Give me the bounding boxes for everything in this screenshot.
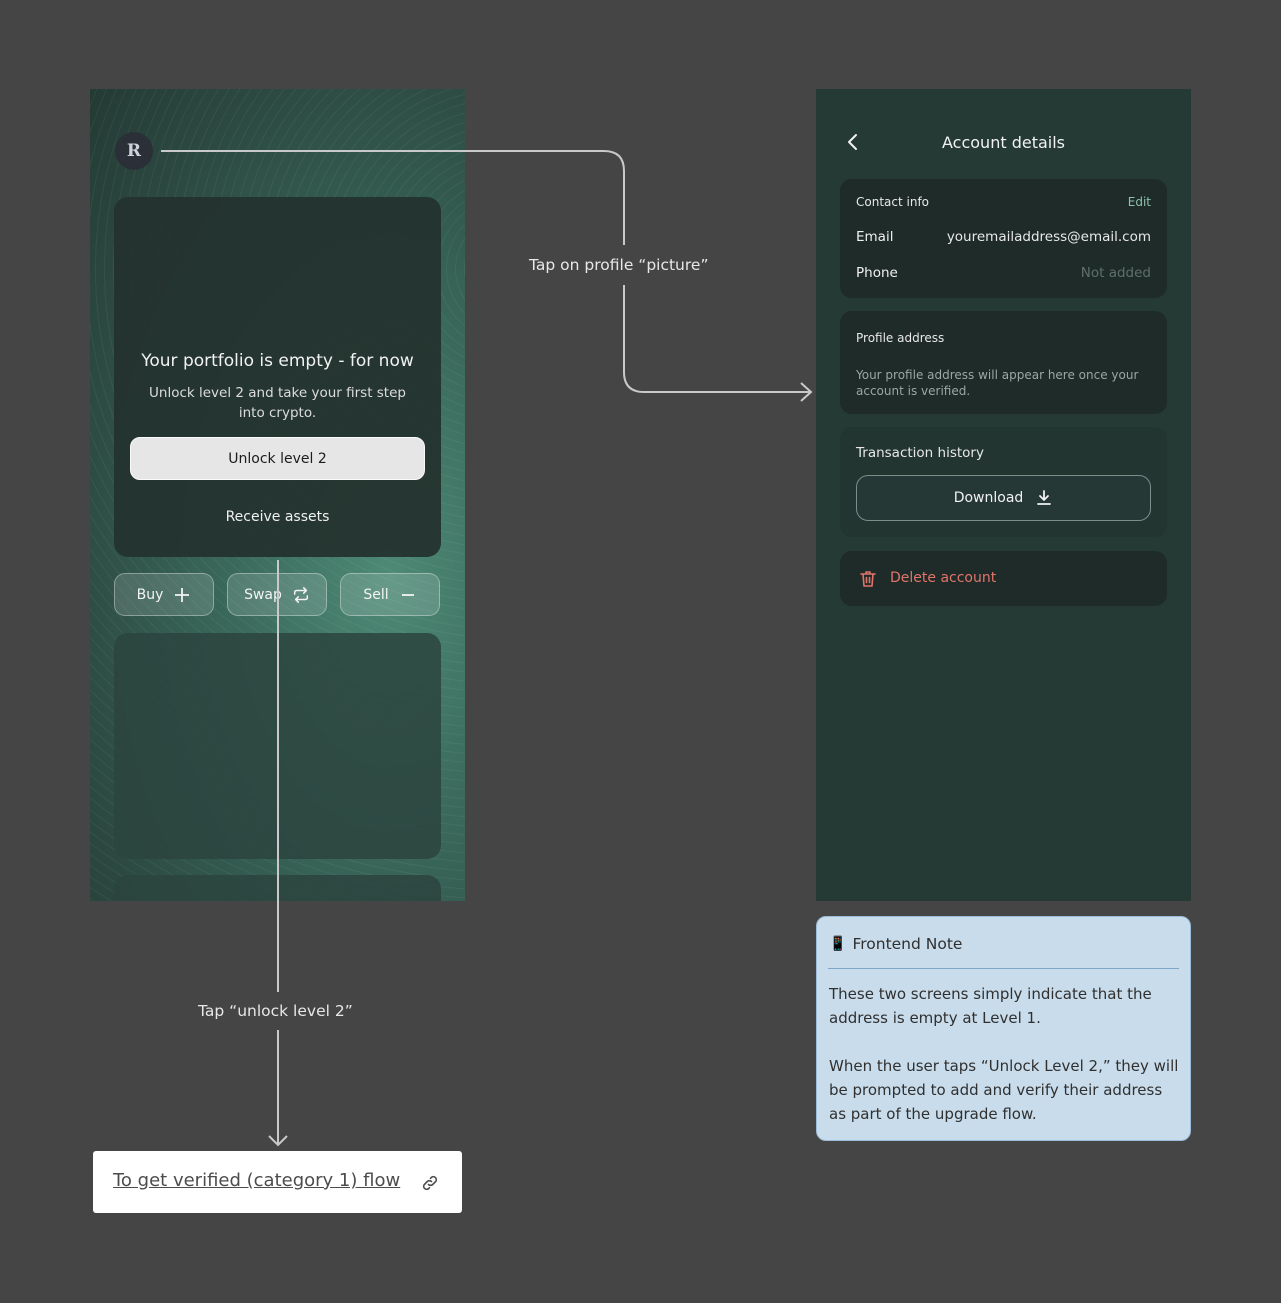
delete-account-label: Delete account [890,570,997,586]
home-screen: R Your portfolio is empty - for now Unlo… [90,89,465,901]
plus-icon [175,587,190,602]
frontend-note: 📱 Frontend Note These two screens simply… [816,916,1191,1141]
note-paragraph-2: When the user taps “Unlock Level 2,” the… [829,1057,1179,1123]
portfolio-empty-title: Your portfolio is empty - for now [141,351,414,371]
profile-address-label: Profile address [856,331,945,345]
verified-flow-link-label: To get verified (category 1) flow [113,1170,401,1191]
phone-value: Not added [1080,265,1151,281]
phone-label: Phone [856,265,898,281]
placeholder-card-partial [114,875,441,901]
note-title-text: Frontend Note [852,935,963,953]
swap-icon [293,586,308,603]
profile-tap-annotation: Tap on profile “picture” [523,254,715,276]
transaction-history-card: Transaction history Download [840,427,1167,537]
account-details-screen: Account details Contact info Edit Email … [816,89,1191,901]
sell-label: Sell [363,586,389,603]
profile-avatar[interactable]: R [115,132,153,170]
profile-address-text: Your profile address will appear here on… [856,368,1139,398]
minus-icon [401,593,414,596]
download-button[interactable]: Download [856,475,1151,521]
contact-info-label: Contact info [856,195,930,209]
transaction-history-label: Transaction history [856,445,984,461]
note-divider [828,968,1179,969]
avatar-letter: R [126,141,142,161]
swap-button[interactable]: Swap [227,573,327,616]
verified-flow-link[interactable]: To get verified (category 1) flow [93,1151,462,1213]
buy-button[interactable]: Buy [114,573,214,616]
download-label: Download [953,490,1024,506]
placeholder-card [114,633,441,859]
page-title: Account details [942,133,1065,152]
delete-account-button[interactable]: Delete account [840,551,1167,606]
profile-address-card: Profile address Your profile address wil… [840,311,1167,414]
email-label: Email [856,229,894,245]
phone-icon: 📱 [829,936,847,952]
email-value: youremailaddress@email.com [946,229,1151,245]
portfolio-empty-subtitle: Unlock level 2 and take your first step … [149,385,406,421]
unlock-level-2-label: Unlock level 2 [228,450,327,467]
buy-label: Buy [136,586,164,603]
download-icon [1037,490,1052,505]
trash-icon [860,571,876,587]
swap-label: Swap [244,586,282,603]
unlock-tap-annotation: Tap “unlock level 2” [192,1000,359,1022]
receive-assets-button[interactable]: Receive assets [130,509,425,525]
link-icon [422,1175,438,1191]
note-title: 📱 Frontend Note [829,935,962,953]
sell-button[interactable]: Sell [340,573,440,616]
portfolio-card: Your portfolio is empty - for now Unlock… [114,197,441,557]
contact-info-card: Contact info Edit Email youremailaddress… [840,179,1167,298]
note-paragraph-1: These two screens simply indicate that t… [829,985,1152,1027]
unlock-level-2-button[interactable]: Unlock level 2 [130,437,425,480]
edit-contact-link[interactable]: Edit [1128,195,1151,209]
